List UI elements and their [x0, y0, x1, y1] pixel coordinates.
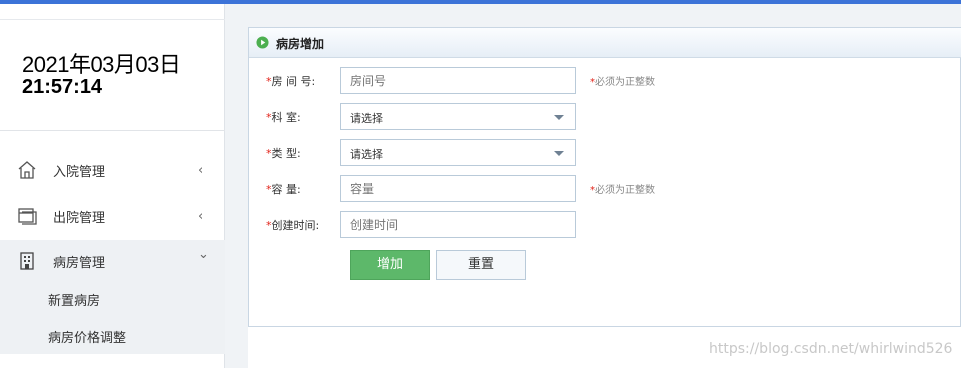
department-select-value: 请选择 [350, 112, 383, 125]
room-number-input[interactable] [340, 67, 576, 94]
play-circle-icon [256, 36, 269, 49]
sidebar-item-ward[interactable]: 病房管理 ⌄ [0, 240, 225, 282]
chevron-left-icon: ‹ [198, 208, 204, 224]
clock-date: 2021年03月03日 [22, 52, 181, 77]
department-select[interactable]: 请选择 [340, 103, 576, 130]
capacity-input[interactable] [340, 175, 576, 202]
submenu: 新置病房 病房价格调整 [0, 282, 225, 354]
form-row-room-number: *房 间 号: *必须为正整数 [249, 67, 961, 95]
building-icon [20, 252, 34, 270]
capacity-hint: *必须为正整数 [590, 185, 655, 196]
type-select-value: 请选择 [350, 148, 383, 161]
home-icon [18, 161, 36, 179]
reset-button[interactable]: 重置 [436, 250, 526, 280]
form-row-created-time: *创建时间: [249, 211, 961, 239]
add-button[interactable]: 增加 [350, 250, 430, 280]
form-row-capacity: *容 量: *必须为正整数 [249, 175, 961, 203]
submenu-item-new-ward[interactable]: 新置病房 [48, 290, 100, 309]
ward-add-panel: 病房增加 *房 间 号: *必须为正整数 *科 室: 请选择 *类 型: 请选择… [248, 27, 961, 327]
sidebar-item-admission[interactable]: 入院管理 ‹ [0, 149, 225, 191]
created-time-input[interactable] [340, 211, 576, 238]
chevron-down-icon: ⌄ [198, 247, 209, 262]
sidebar-item-label: 病房管理 [53, 255, 106, 271]
sidebar-item-label: 出院管理 [53, 210, 106, 226]
sidebar-divider [0, 130, 225, 131]
panel-header: 病房增加 [249, 28, 961, 58]
department-label: *科 室: [266, 111, 301, 124]
form-row-department: *科 室: 请选择 [249, 103, 961, 131]
sidebar-top-divider [0, 19, 225, 20]
window-icon [18, 208, 37, 225]
form-row-type: *类 型: 请选择 [249, 139, 961, 167]
panel-title: 病房增加 [276, 37, 325, 51]
clock-time: 21:57:14 [22, 76, 103, 98]
chevron-left-icon: ‹ [198, 162, 204, 178]
clock: 2021年03月03日 21:57:14 [22, 52, 181, 99]
room-number-hint: *必须为正整数 [590, 77, 655, 88]
sidebar-item-discharge[interactable]: 出院管理 ‹ [0, 195, 225, 237]
sidebar: 2021年03月03日 21:57:14 入院管理 ‹ 出院管理 ‹ 病房管理 … [0, 4, 225, 368]
submenu-item-price-adjust[interactable]: 病房价格调整 [48, 327, 126, 346]
created-time-label: *创建时间: [266, 219, 320, 232]
capacity-label: *容 量: [266, 183, 301, 196]
watermark: https://blog.csdn.net/whirlwind526 [709, 341, 953, 357]
sidebar-item-label: 入院管理 [53, 164, 106, 180]
chevron-down-icon [554, 115, 564, 120]
type-label: *类 型: [266, 147, 301, 160]
chevron-down-icon [554, 151, 564, 156]
room-number-label: *房 间 号: [266, 75, 316, 88]
type-select[interactable]: 请选择 [340, 139, 576, 166]
